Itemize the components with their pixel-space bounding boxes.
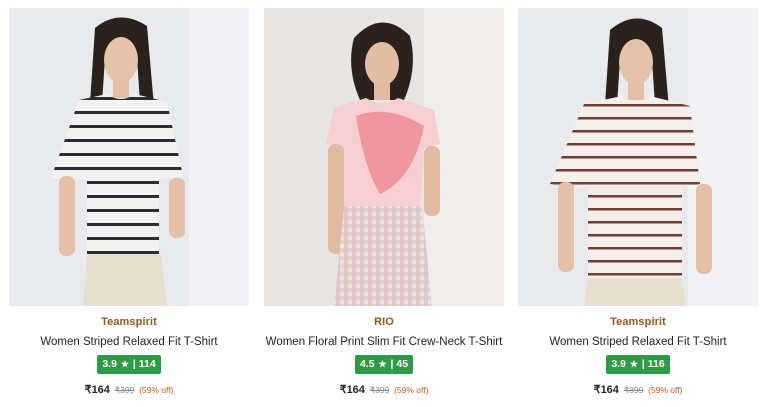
review-count: 116 [647, 358, 665, 370]
sale-price: ₹164 [594, 384, 619, 396]
price-row: ₹164 ₹399 (59% off) [9, 383, 249, 396]
star-icon: ★ [120, 359, 129, 369]
sale-price-value: 164 [91, 384, 110, 396]
product-grid: Teamspirit Women Striped Relaxed Fit T-S… [0, 0, 764, 407]
rating-value: 4.5 [359, 358, 375, 370]
discount-label: (59% off) [394, 385, 429, 395]
original-price: ₹399 [115, 385, 135, 395]
review-count: 114 [138, 358, 156, 370]
star-icon: ★ [378, 359, 387, 369]
rating-badge: 3.9 ★ | 114 [97, 355, 161, 374]
product-brand: Teamspirit [101, 316, 157, 328]
currency-symbol: ₹ [593, 384, 601, 396]
original-price-value: 399 [120, 385, 135, 395]
product-brand: Teamspirit [610, 316, 666, 328]
product-image[interactable] [264, 8, 504, 306]
product-image[interactable] [9, 8, 249, 306]
rating-separator: | [390, 358, 394, 370]
sale-price: ₹164 [340, 384, 365, 396]
rating-separator: | [641, 358, 645, 370]
original-price: ₹399 [370, 385, 390, 395]
review-count: 45 [396, 358, 409, 370]
product-name[interactable]: Women Striped Relaxed Fit T-Shirt [9, 336, 249, 348]
product-card[interactable]: Teamspirit Women Striped Relaxed Fit T-S… [9, 8, 249, 396]
sale-price-value: 164 [600, 384, 619, 396]
discount-label: (59% off) [139, 385, 174, 395]
sale-price: ₹164 [85, 384, 110, 396]
original-price: ₹399 [624, 385, 644, 395]
product-brand: RIO [374, 316, 394, 328]
product-card[interactable]: RIO Women Floral Print Slim Fit Crew-Nec… [264, 8, 504, 396]
rating-badge: 4.5 ★ | 45 [354, 355, 414, 374]
sale-price-value: 164 [346, 384, 365, 396]
discount-label: (59% off) [648, 385, 683, 395]
rating-value: 3.9 [611, 358, 626, 370]
product-card[interactable]: Teamspirit Women Striped Relaxed Fit T-S… [518, 8, 758, 396]
rating-badge: 3.9 ★ | 116 [606, 355, 670, 374]
price-row: ₹164 ₹399 (59% off) [518, 383, 758, 396]
currency-symbol: ₹ [84, 384, 92, 396]
product-name[interactable]: Women Striped Relaxed Fit T-Shirt [518, 336, 758, 348]
rating-separator: | [132, 358, 136, 370]
original-price-value: 399 [375, 385, 390, 395]
rating-value: 3.9 [102, 358, 117, 370]
currency-symbol: ₹ [339, 384, 347, 396]
original-price-value: 399 [629, 385, 644, 395]
star-icon: ★ [629, 359, 638, 369]
product-name[interactable]: Women Floral Print Slim Fit Crew-Neck T-… [264, 336, 504, 348]
product-image[interactable] [518, 8, 758, 306]
price-row: ₹164 ₹399 (59% off) [264, 383, 504, 396]
